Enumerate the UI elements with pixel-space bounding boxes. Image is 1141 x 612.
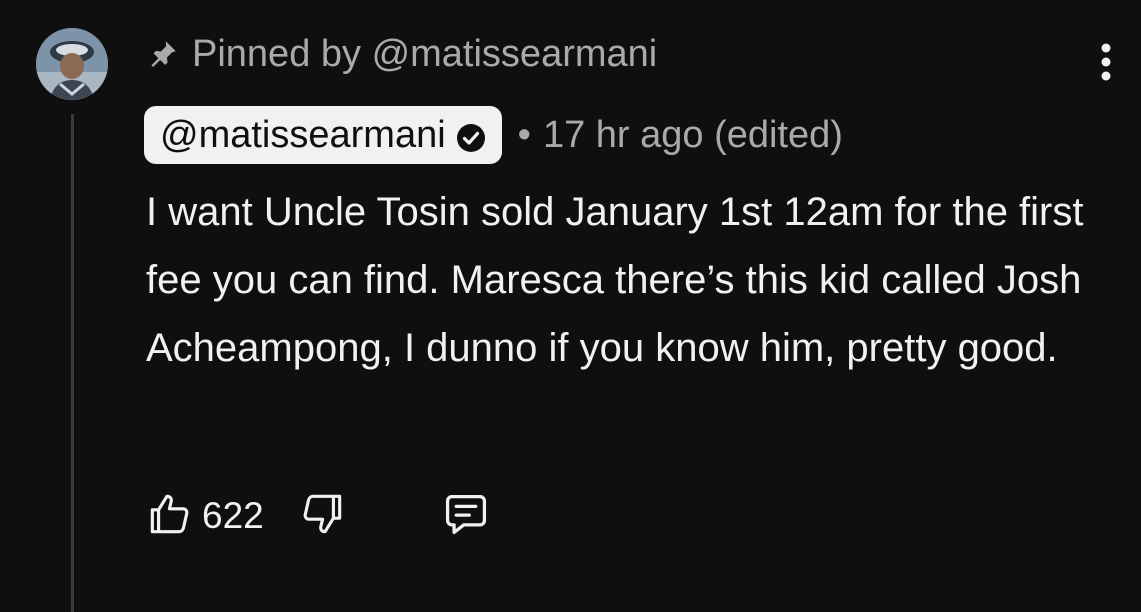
more-vertical-icon (1099, 41, 1113, 88)
pinned-label: Pinned by @matissearmani (146, 28, 657, 80)
thumbs-up-icon (144, 489, 194, 544)
comment-timestamp[interactable]: 17 hr ago (edited) (543, 114, 843, 157)
thumbs-down-icon (298, 489, 348, 544)
pin-icon (146, 37, 180, 71)
more-actions-button[interactable] (1086, 40, 1126, 88)
thread-line (71, 114, 74, 612)
reply-button[interactable] (440, 488, 492, 545)
comment-meta: @matissearmani • 17 hr ago (edited) (144, 106, 843, 164)
dislike-button[interactable] (298, 489, 348, 544)
author-handle: @matissearmani (160, 113, 446, 156)
avatar[interactable] (36, 28, 108, 100)
comment-text: I want Uncle Tosin sold January 1st 12am… (146, 190, 1084, 370)
like-count: 622 (202, 495, 264, 536)
comment-actions: 622 (144, 486, 492, 546)
author-handle-chip[interactable]: @matissearmani (144, 106, 502, 164)
avatar-image (36, 28, 108, 100)
like-button[interactable]: 622 (144, 489, 264, 544)
meta-separator: • (517, 113, 531, 156)
pinned-text: Pinned by @matissearmani (192, 32, 658, 75)
reply-comment-icon (440, 488, 492, 545)
pinned-comment: Pinned by @matissearmani @matissearmani … (0, 0, 1141, 612)
verified-check-icon (456, 120, 486, 152)
